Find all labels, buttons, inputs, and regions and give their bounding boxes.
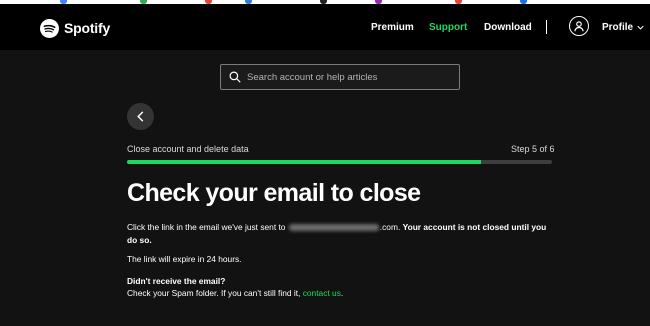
chevron-down-icon bbox=[637, 25, 644, 30]
step-progress-fill bbox=[127, 160, 482, 164]
spotify-logo[interactable]: Spotify bbox=[40, 18, 110, 38]
step-title: Close account and delete data bbox=[127, 144, 249, 154]
nav-premium-link[interactable]: Premium bbox=[371, 22, 414, 33]
help-search-box[interactable] bbox=[220, 64, 460, 90]
brand-name: Spotify bbox=[64, 20, 111, 36]
step-progress-bar bbox=[127, 160, 552, 164]
back-button[interactable] bbox=[127, 103, 154, 130]
nav-divider bbox=[546, 20, 547, 34]
search-input[interactable] bbox=[247, 71, 447, 83]
nav-support-link[interactable]: Support bbox=[429, 22, 467, 33]
user-icon bbox=[574, 21, 584, 32]
search-icon bbox=[229, 71, 241, 83]
avatar[interactable] bbox=[569, 16, 589, 36]
redacted-email bbox=[288, 224, 379, 232]
spotify-logo-icon bbox=[40, 18, 59, 38]
chevron-left-icon bbox=[137, 111, 144, 122]
link-expiry-note: The link will expire in 24 hours. bbox=[127, 254, 242, 264]
contact-us-link[interactable]: contact us bbox=[303, 288, 341, 298]
email-sent-message: Click the link in the email we've just s… bbox=[127, 221, 557, 247]
page-title: Check your email to close bbox=[127, 179, 421, 207]
contact-suffix: . bbox=[340, 288, 344, 298]
profile-menu[interactable]: Profile bbox=[602, 22, 644, 33]
email-sent-prefix: Click the link in the email we've just s… bbox=[127, 222, 288, 232]
step-counter: Step 5 of 6 bbox=[511, 144, 555, 154]
email-domain-suffix: .com. bbox=[379, 222, 401, 232]
spam-hint: Check your Spam folder. If you can't sti… bbox=[127, 288, 343, 298]
site-header: Spotify Premium Support Download Profile bbox=[0, 4, 650, 50]
nav-download-link[interactable]: Download bbox=[484, 22, 532, 33]
profile-label: Profile bbox=[602, 22, 634, 33]
spam-hint-text: Check your Spam folder. If you can't sti… bbox=[127, 288, 303, 298]
not-received-heading: Didn't receive the email? bbox=[127, 276, 226, 286]
